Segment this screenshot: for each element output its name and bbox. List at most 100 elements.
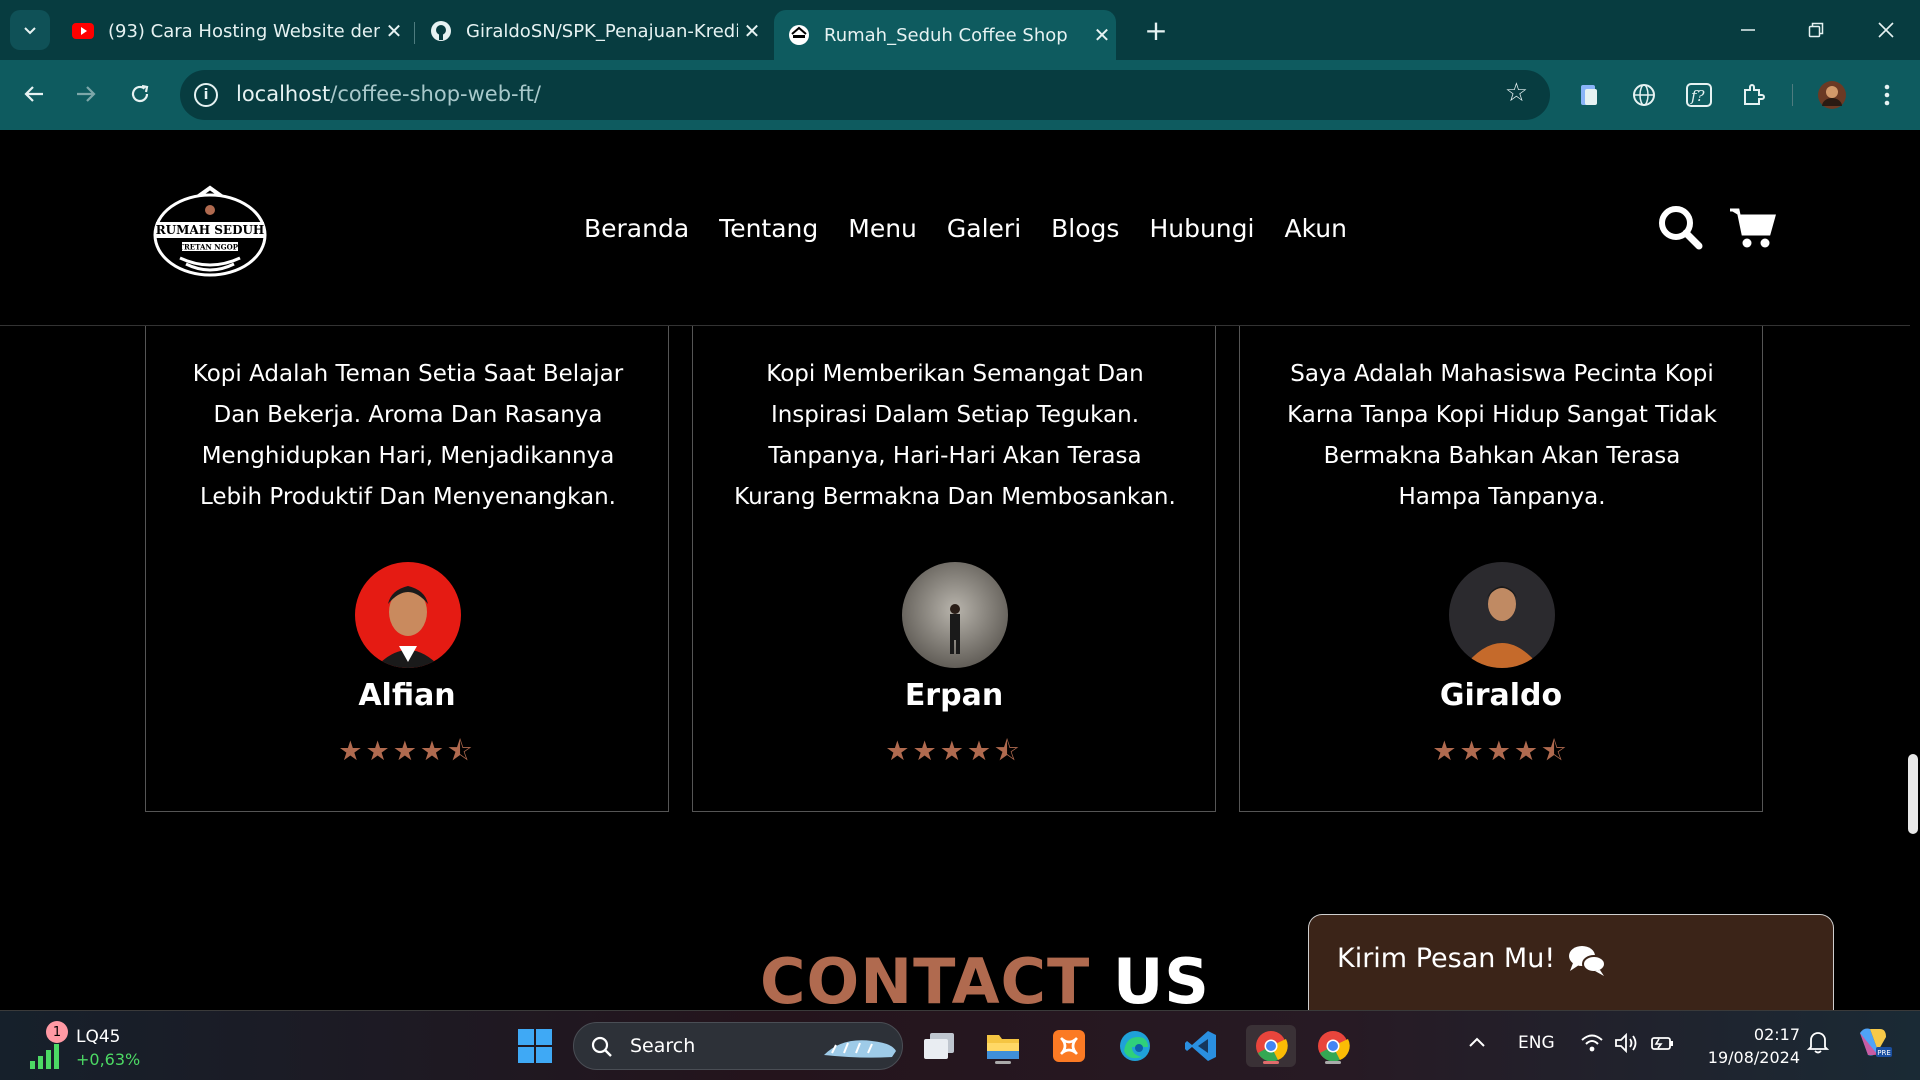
wifi-icon[interactable] (1580, 1033, 1604, 1058)
nav-menu[interactable]: Menu (848, 214, 917, 243)
back-button[interactable] (14, 74, 54, 114)
nav-beranda[interactable]: Beranda (584, 214, 689, 243)
nav-blogs[interactable]: Blogs (1051, 214, 1119, 243)
close-tab-icon[interactable]: ✕ (380, 19, 408, 43)
reload-button[interactable] (120, 74, 160, 114)
vscode-button[interactable] (1180, 1025, 1222, 1067)
tab-search-button[interactable] (10, 10, 50, 50)
svg-text:RUMAH SEDUH: RUMAH SEDUH (156, 223, 265, 237)
input-language[interactable]: ENG (1518, 1033, 1555, 1053)
chrome-button-active[interactable] (1246, 1025, 1296, 1067)
system-clock[interactable]: 02:17 19/08/2024 (1700, 1023, 1800, 1069)
review-card: Kopi Memberikan Semangat Dan Inspirasi D… (692, 326, 1216, 812)
page-scrollbar-thumb[interactable] (1908, 754, 1918, 834)
taskbar-search[interactable]: Search (573, 1022, 903, 1070)
browser-menu-icon[interactable] (1870, 78, 1904, 112)
search-placeholder: Search (630, 1035, 696, 1057)
close-tab-icon[interactable]: ✕ (1088, 23, 1116, 47)
nav-akun[interactable]: Akun (1284, 214, 1347, 243)
tab-youtube[interactable]: (93) Cara Hosting Website deng ✕ (58, 10, 408, 52)
tab-rumah-seduh[interactable]: Rumah_Seduh Coffee Shop ✕ (774, 10, 1116, 60)
tab-separator (414, 22, 415, 44)
contact-title-accent: CONTACT (760, 945, 1091, 1018)
rumah-seduh-logo[interactable]: RUMAH SEDUH TRETAN NGOPI (150, 180, 270, 280)
edge-button[interactable] (1114, 1025, 1156, 1067)
site-info-icon[interactable]: i (194, 83, 218, 107)
restore-button[interactable] (1788, 8, 1844, 52)
close-icon (1878, 22, 1894, 38)
tab-title: (93) Cara Hosting Website deng (108, 20, 380, 42)
nav-hubungi[interactable]: Hubungi (1149, 214, 1254, 243)
contact-title-rest: US (1112, 945, 1210, 1018)
url-host: localhost (236, 82, 331, 106)
extension-font-icon[interactable]: f? (1682, 78, 1716, 112)
volume-icon[interactable] (1614, 1032, 1638, 1058)
tab-github[interactable]: GiraldoSN/SPK_Penajuan-Kredit ✕ (416, 10, 766, 52)
windows-start-button[interactable] (514, 1025, 556, 1067)
battery-icon[interactable] (1650, 1033, 1676, 1058)
vscode-icon (1185, 1031, 1216, 1061)
task-view-button[interactable] (918, 1025, 960, 1067)
reload-icon (131, 84, 149, 103)
clock-time: 02:17 (1753, 1025, 1800, 1044)
task-view-icon (924, 1033, 954, 1059)
extension-docs-icon[interactable] (1572, 78, 1606, 112)
minimize-button[interactable] (1720, 8, 1776, 52)
browser-tabbar: (93) Cara Hosting Website deng ✕ Giraldo… (0, 0, 1920, 60)
star-rating: ★★★★⯪ (885, 736, 1023, 767)
url-text[interactable]: localhost/coffee-shop-web-ft/ (236, 82, 541, 106)
chrome-profile-button[interactable] (1312, 1025, 1354, 1067)
forward-button[interactable] (66, 74, 106, 114)
search-icon[interactable] (1655, 202, 1705, 252)
reviewer-photo (1449, 562, 1555, 668)
stock-name: LQ45 (76, 1027, 121, 1047)
notification-bell-icon[interactable] (1806, 1029, 1830, 1060)
file-explorer-button[interactable] (982, 1025, 1024, 1067)
chat-bubbles-icon (1569, 946, 1606, 976)
extensions-puzzle-icon[interactable] (1736, 78, 1770, 112)
toolbar-separator (1792, 84, 1793, 106)
arrow-right-icon (77, 86, 96, 102)
profile-avatar[interactable] (1815, 78, 1849, 112)
review-quote: Kopi Memberikan Semangat Dan Inspirasi D… (734, 361, 1176, 510)
clock-date: 19/08/2024 (1707, 1048, 1800, 1067)
coffee-logo-icon (788, 24, 810, 46)
nav-tentang[interactable]: Tentang (719, 214, 818, 243)
cart-icon[interactable] (1728, 202, 1778, 252)
chevron-down-icon (24, 27, 36, 35)
chat-label: Kirim Pesan Mu! (1337, 943, 1556, 974)
reviewer-name: Giraldo (1439, 678, 1563, 713)
tab-title: Rumah_Seduh Coffee Shop (824, 24, 1068, 46)
nav-galeri[interactable]: Galeri (947, 214, 1021, 243)
review-card: Kopi Adalah Teman Setia Saat Belajar Dan… (145, 326, 669, 812)
review-quote: Saya Adalah Mahasiswa Pecinta Kopi Karna… (1287, 361, 1717, 510)
stock-widget[interactable]: 1 LQ45 +0,63% (28, 1021, 158, 1071)
copilot-icon[interactable]: PRE (1856, 1025, 1892, 1064)
new-tab-button[interactable]: + (1138, 12, 1174, 48)
chrome-icon (1256, 1031, 1288, 1062)
running-indicator (995, 1061, 1011, 1064)
address-bar[interactable]: i localhost/coffee-shop-web-ft/ ☆ (180, 70, 1550, 120)
minimize-icon (1741, 29, 1755, 31)
extension-globe-icon[interactable] (1627, 78, 1661, 112)
close-tab-icon[interactable]: ✕ (738, 19, 766, 43)
arrow-left-icon (24, 86, 43, 102)
xampp-icon (1053, 1030, 1085, 1062)
xampp-button[interactable] (1048, 1025, 1090, 1067)
close-window-button[interactable] (1858, 8, 1914, 52)
restore-icon (1808, 22, 1824, 38)
notification-badge: 1 (46, 1021, 68, 1043)
browser-toolbar: i localhost/coffee-shop-web-ft/ ☆ f? (0, 60, 1920, 130)
star-rating: ★★★★⯪ (1432, 736, 1570, 767)
svg-text:f?: f? (1690, 87, 1706, 105)
bookmark-star-icon[interactable]: ☆ (1505, 78, 1528, 108)
reviewer-name: Alfian (358, 678, 456, 713)
search-icon (591, 1036, 612, 1057)
windows-logo-icon (518, 1029, 552, 1063)
show-hidden-icons-button[interactable] (1468, 1033, 1486, 1053)
windows-taskbar: 1 LQ45 +0,63% Search ENG 02:17 19/08/202… (0, 1010, 1920, 1080)
running-indicator (1263, 1061, 1279, 1064)
chat-widget[interactable]: Kirim Pesan Mu! (1308, 914, 1834, 1010)
github-icon (430, 20, 452, 42)
stock-chart-icon (30, 1044, 59, 1069)
